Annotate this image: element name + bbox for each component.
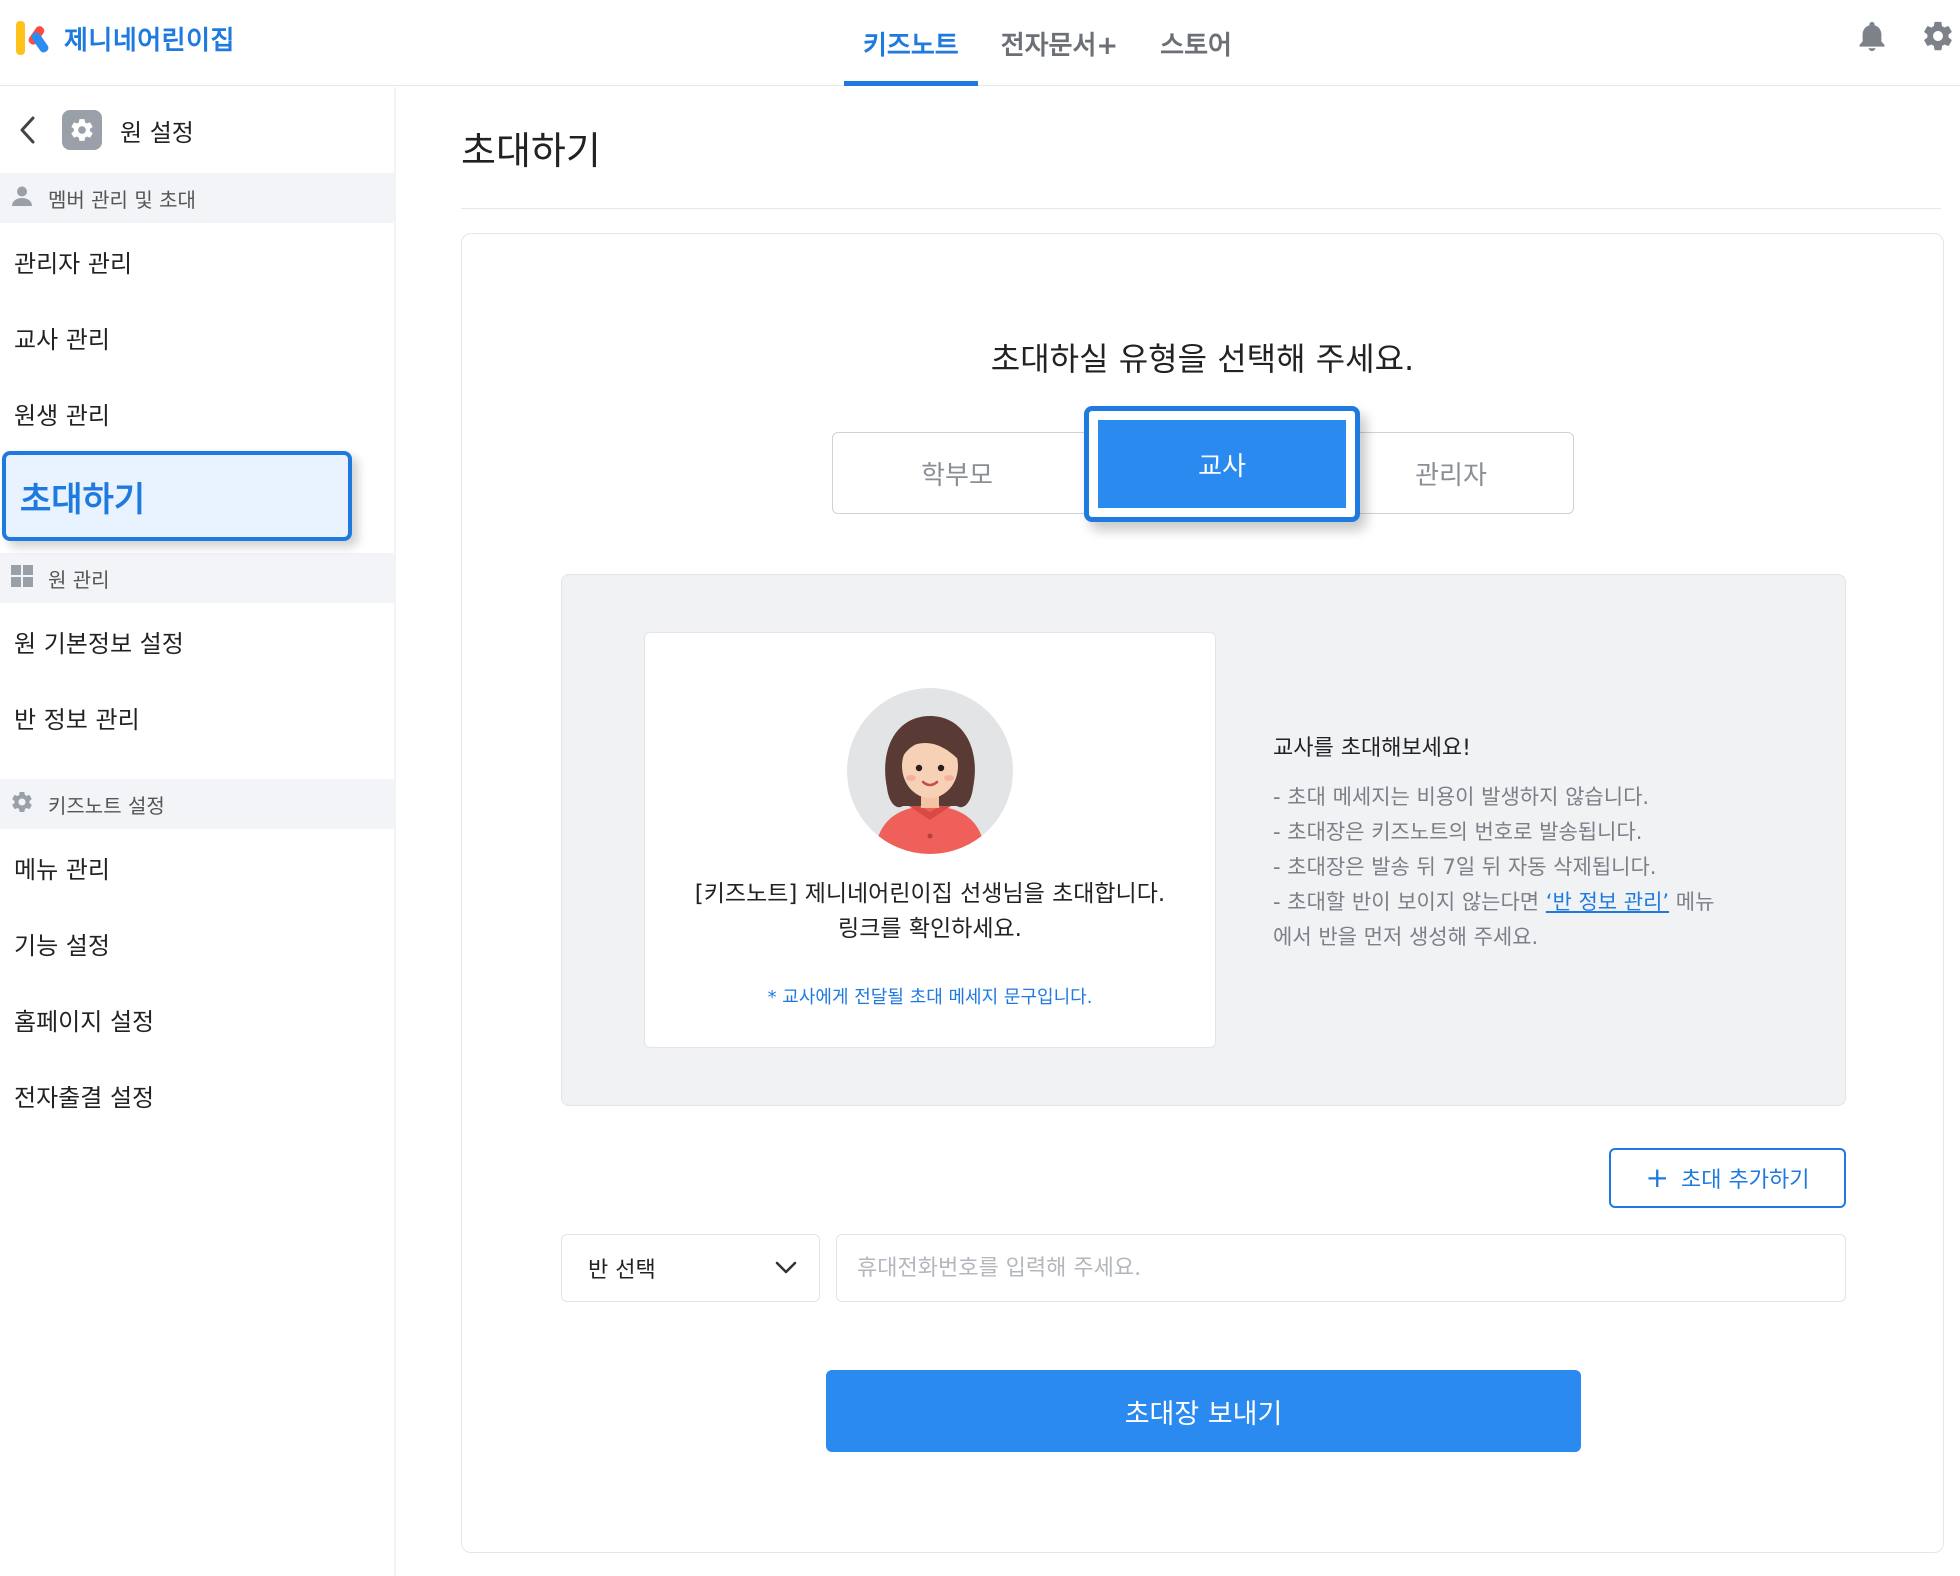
invite-info-panel: [키즈노트] 제니네어린이집 선생님을 초대합니다. 링크를 확인하세요. * …	[561, 574, 1846, 1106]
sidebar-item-attendance-settings[interactable]: 전자출결 설정	[0, 1057, 394, 1133]
invite-message-note: * 교사에게 전달될 초대 메세지 문구입니다.	[767, 987, 1093, 1008]
sidebar-section-center: 원 관리	[0, 553, 394, 603]
guide-line: - 초대할 반이 보이지 않는다면 ‘반 정보 관리’ 메뉴	[1273, 885, 1793, 920]
settings-gear-icon	[62, 110, 102, 150]
type-tab-teacher[interactable]: 교사	[1084, 406, 1360, 522]
sidebar-section-label: 멤버 관리 및 초대	[48, 187, 196, 212]
invite-guide: 교사를 초대해보세요! - 초대 메세지는 비용이 발생하지 않습니다. - 초…	[1273, 730, 1793, 955]
sidebar-item-invite[interactable]: 초대하기	[0, 451, 394, 541]
kidsnote-logo-icon	[14, 19, 50, 57]
invite-message-line2: 링크를 확인하세요.	[838, 916, 1022, 942]
plus-icon: +	[1645, 1161, 1670, 1194]
person-icon	[10, 184, 34, 213]
invite-type-prompt: 초대하실 유형을 선택해 주세요.	[990, 340, 1415, 378]
top-nav-documents[interactable]: 전자문서+	[980, 0, 1139, 86]
title-divider	[461, 208, 1941, 209]
sidebar: 원 설정 멤버 관리 및 초대 관리자 관리 교사 관리 원생 관리 초대하기 …	[0, 87, 394, 1576]
send-invite-button[interactable]: 초대장 보내기	[826, 1370, 1581, 1452]
chevron-down-icon	[775, 1256, 797, 1281]
message-preview-card: [키즈노트] 제니네어린이집 선생님을 초대합니다. 링크를 확인하세요. * …	[644, 632, 1216, 1048]
guide-line: - 초대장은 발송 뒤 7일 뒤 자동 삭제됩니다.	[1273, 855, 1657, 879]
top-nav-store[interactable]: 스토어	[1139, 0, 1253, 86]
phone-number-input[interactable]	[836, 1234, 1846, 1302]
page-title: 초대하기	[461, 129, 601, 173]
grid-icon	[10, 564, 34, 593]
sidebar-item-feature-settings[interactable]: 기능 설정	[0, 905, 394, 981]
invite-message-line1: [키즈노트] 제니네어린이집 선생님을 초대합니다.	[694, 881, 1166, 907]
top-icons	[1854, 18, 1960, 54]
top-bar: 제니네어린이집 키즈노트 전자문서+ 스토어	[0, 0, 1960, 86]
teacher-avatar	[847, 688, 1013, 854]
guide-line: - 초대 메세지는 비용이 발생하지 않습니다.	[1273, 785, 1650, 809]
add-invite-button[interactable]: + 초대 추가하기	[1609, 1148, 1846, 1208]
sidebar-divider	[394, 87, 396, 1576]
sidebar-section-label: 키즈노트 설정	[48, 793, 165, 818]
settings-gear-icon[interactable]	[1920, 18, 1956, 54]
brand-name: 제니네어린이집	[64, 25, 235, 56]
top-nav: 키즈노트 전자문서+ 스토어	[842, 0, 1253, 86]
type-tab-label: 교사	[1098, 420, 1346, 508]
sidebar-item-homepage-settings[interactable]: 홈페이지 설정	[0, 981, 394, 1057]
bell-icon[interactable]	[1854, 18, 1890, 54]
sidebar-item-admin-manage[interactable]: 관리자 관리	[0, 223, 394, 299]
class-select-dropdown[interactable]: 반 선택	[561, 1234, 820, 1302]
gear-icon	[10, 790, 34, 819]
invite-card: 초대하실 유형을 선택해 주세요. 학부모 관리자 교사 [키즈노트] 제니네어…	[461, 233, 1944, 1553]
top-nav-kidsnote[interactable]: 키즈노트	[842, 0, 980, 86]
back-arrow-icon[interactable]	[12, 114, 44, 146]
invite-message-text: [키즈노트] 제니네어린이집 선생님을 초대합니다. 링크를 확인하세요.	[645, 877, 1215, 947]
guide-line: 에서 반을 먼저 생성해 주세요.	[1273, 925, 1539, 949]
sidebar-item-student-manage[interactable]: 원생 관리	[0, 375, 394, 451]
sidebar-section-label: 원 관리	[48, 567, 110, 592]
guide-line: - 초대장은 키즈노트의 번호로 발송됩니다.	[1273, 820, 1643, 844]
sidebar-section-members: 멤버 관리 및 초대	[0, 173, 394, 223]
sidebar-item-label: 초대하기	[2, 451, 352, 541]
guide-title: 교사를 초대해보세요!	[1273, 736, 1471, 761]
guide-line-prefix: - 초대할 반이 보이지 않는다면	[1273, 890, 1546, 914]
add-invite-label: 초대 추가하기	[1681, 1168, 1810, 1193]
sidebar-header: 원 설정	[0, 87, 394, 173]
sidebar-item-center-info[interactable]: 원 기본정보 설정	[0, 603, 394, 679]
guide-line-suffix: 메뉴	[1669, 890, 1715, 914]
sidebar-title: 원 설정	[120, 118, 194, 147]
type-tab-parent[interactable]: 학부모	[833, 433, 1081, 513]
type-tab-admin[interactable]: 관리자	[1327, 433, 1575, 513]
sidebar-item-class-info[interactable]: 반 정보 관리	[0, 679, 394, 755]
sidebar-item-teacher-manage[interactable]: 교사 관리	[0, 299, 394, 375]
class-select-value: 반 선택	[588, 1258, 656, 1283]
brand-home-link[interactable]: 제니네어린이집	[14, 18, 235, 58]
sidebar-section-kidsnote: 키즈노트 설정	[0, 779, 394, 829]
sidebar-item-menu-manage[interactable]: 메뉴 관리	[0, 829, 394, 905]
class-info-link[interactable]: ‘반 정보 관리’	[1546, 890, 1669, 914]
